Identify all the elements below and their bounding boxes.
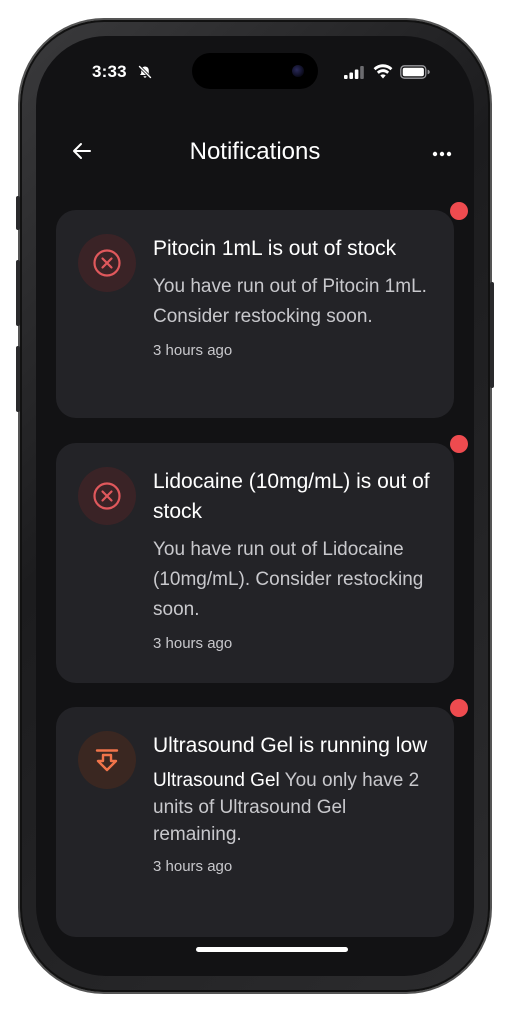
notification-time: 3 hours ago [153,342,233,359]
wifi-icon [373,64,393,84]
camera-icon [292,65,304,77]
x-circle-icon [78,234,136,292]
notification-title: Pitocin 1mL is out of stock [153,237,397,260]
unread-indicator [450,435,468,453]
arrow-down-icon [78,731,136,789]
notification-card[interactable]: Ultrasound Gel is running low Ultrasound… [56,699,468,937]
notification-time: 3 hours ago [153,858,233,875]
nav-bar: Notifications [36,128,474,178]
volume-up-button [16,260,20,326]
page-title: Notifications [189,138,321,165]
power-button [490,282,494,388]
dynamic-island [192,53,318,89]
volume-down-button [16,346,20,412]
notification-message: You have run out of Lidocaine (10mg/mL).… [153,539,424,620]
action-button [16,196,20,230]
unread-indicator [450,699,468,717]
notification-title: Lidocaine (10mg/mL) is out of stock [153,470,430,523]
more-options-icon[interactable] [432,144,452,162]
status-bar: 3:33 [36,36,474,106]
unread-indicator [450,202,468,220]
notification-title: Ultrasound Gel is running low [153,734,428,757]
product-name: Ultrasound Gel [153,770,280,791]
notification-body: Lidocaine (10mg/mL) is out of stock You … [153,467,432,652]
battery-icon [400,65,430,84]
notification-message: You have run out of Pitocin 1mL. Conside… [153,276,427,327]
status-time: 3:33 [92,62,127,81]
phone-frame: 3:33 Notifications Pitocin 1mL is out of… [16,20,494,992]
notification-message: Ultrasound Gel You only have 2 units of … [153,767,432,848]
notification-card[interactable]: Pitocin 1mL is out of stock You have run… [56,202,468,418]
bell-slash-icon [138,65,152,84]
notification-body: Pitocin 1mL is out of stock You have run… [153,234,432,359]
notification-card[interactable]: Lidocaine (10mg/mL) is out of stock You … [56,435,468,683]
home-indicator[interactable] [196,947,348,952]
notification-time: 3 hours ago [153,635,233,652]
notification-body: Ultrasound Gel is running low Ultrasound… [153,731,432,875]
screen: 3:33 Notifications Pitocin 1mL is out of… [36,36,474,976]
cellular-signal-icon [344,66,366,84]
x-circle-icon [78,467,136,525]
